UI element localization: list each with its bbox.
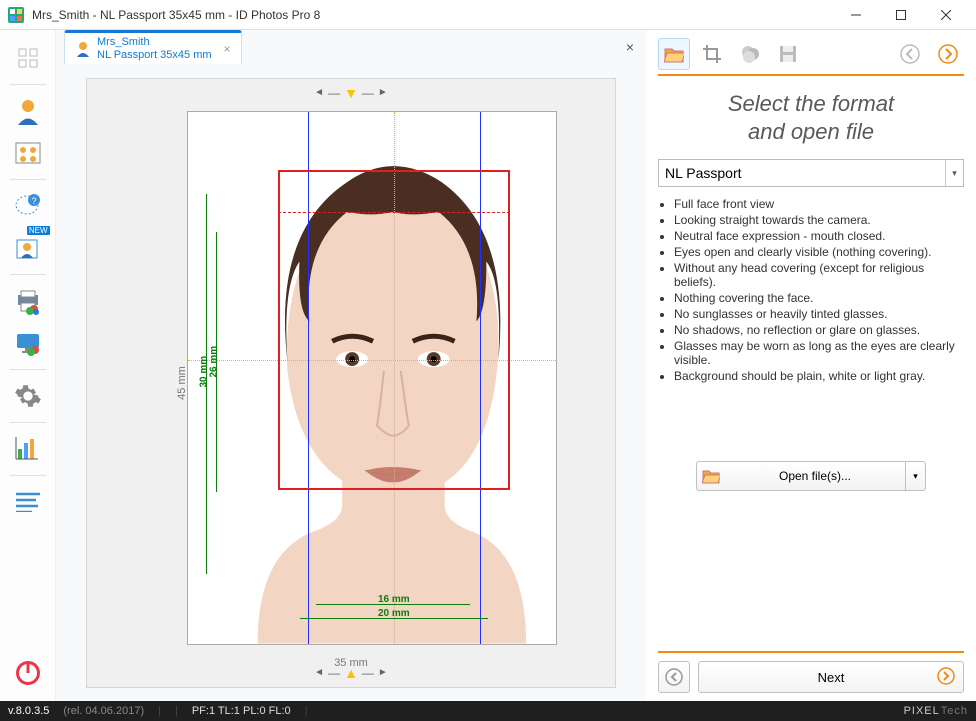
window-title: Mrs_Smith - NL Passport 35x45 mm - ID Ph… [32, 8, 833, 22]
requirement-item: Glasses may be worn as long as the eyes … [674, 339, 964, 367]
window-maximize-button[interactable] [878, 0, 923, 30]
open-file-label: Open file(s)... [725, 469, 905, 483]
close-all-icon[interactable]: × [622, 35, 638, 59]
heading-line2: and open file [748, 119, 874, 144]
tab-close-icon[interactable]: × [224, 42, 231, 56]
open-file-button[interactable]: Open file(s)... ▾ [696, 461, 926, 491]
top-adjust-handle[interactable]: ◄—▼—► [314, 85, 388, 101]
sidebar-print-icon[interactable] [8, 281, 48, 321]
tab-bar: Mrs_Smith NL Passport 35x45 mm × × [56, 30, 646, 64]
requirements-list: Full face front view Looking straight tow… [674, 197, 964, 385]
document-tab[interactable]: Mrs_Smith NL Passport 35x45 mm × [64, 30, 242, 63]
label-height-45mm: 45 mm [176, 366, 188, 400]
panel-heading: Select the format and open file [658, 90, 964, 145]
svg-text:?: ? [31, 196, 36, 206]
label-20mm: 20 mm [378, 608, 410, 619]
guide-red-box [278, 170, 510, 490]
requirement-item: Full face front view [674, 197, 964, 211]
brand-logo: PIXELTech [904, 705, 968, 717]
window-titlebar: Mrs_Smith - NL Passport 35x45 mm - ID Ph… [0, 0, 976, 30]
status-release: (rel. 04.06.2017) [63, 705, 144, 717]
window-close-button[interactable] [923, 0, 968, 30]
photo-preview[interactable]: 30 mm 26 mm 16 mm 20 mm [187, 111, 557, 645]
toolbar-nav-back-icon[interactable] [894, 38, 926, 70]
tab-title: Mrs_Smith [97, 36, 212, 48]
heading-line1: Select the format [728, 91, 894, 116]
requirement-item: Eyes open and clearly visible (nothing c… [674, 245, 964, 259]
arrow-right-icon [937, 667, 955, 688]
status-counters: PF:1 TL:1 PL:0 FL:0 [192, 705, 291, 717]
requirement-item: Looking straight towards the camera. [674, 213, 964, 227]
tab-subtitle: NL Passport 35x45 mm [97, 49, 212, 61]
nav-back-button[interactable] [658, 661, 690, 693]
nav-next-button[interactable]: Next [698, 661, 964, 693]
center-panel: Mrs_Smith NL Passport 35x45 mm × × ◄—▼—►… [56, 30, 646, 701]
sidebar-stats-icon[interactable] [8, 429, 48, 469]
label-width-35mm: 35 mm [334, 657, 368, 669]
chevron-down-icon: ▾ [945, 160, 963, 186]
right-toolbar [658, 40, 964, 76]
requirement-item: No sunglasses or heavily tinted glasses. [674, 307, 964, 321]
right-panel: Select the format and open file NL Passp… [646, 30, 976, 701]
bottom-nav: Next [658, 651, 964, 693]
label-16mm: 16 mm [378, 594, 410, 605]
requirement-item: Background should be plain, white or lig… [674, 369, 964, 383]
requirement-item: Without any head covering (except for re… [674, 261, 964, 289]
toolbar-crop-icon[interactable] [696, 38, 728, 70]
toolbar-open-icon[interactable] [658, 38, 690, 70]
sidebar-grid-icon[interactable] [8, 38, 48, 78]
status-bar: v.8.0.3.5 (rel. 04.06.2017) | | PF:1 TL:… [0, 701, 976, 721]
photo-canvas: ◄—▼—► ◄—▲—► [86, 78, 616, 688]
format-selected-value: NL Passport [665, 165, 742, 181]
window-minimize-button[interactable] [833, 0, 878, 30]
next-label: Next [818, 670, 845, 685]
toolbar-color-icon[interactable] [734, 38, 766, 70]
app-icon [8, 7, 24, 23]
folder-open-icon [697, 468, 725, 484]
open-file-chevron-icon[interactable]: ▾ [905, 462, 925, 490]
new-badge: NEW [27, 226, 50, 235]
requirement-item: Nothing covering the face. [674, 291, 964, 305]
sidebar-display-icon[interactable] [8, 323, 48, 363]
status-version: v.8.0.3.5 [8, 705, 49, 717]
requirement-item: Neutral face expression - mouth closed. [674, 229, 964, 243]
guide-red-dashed [278, 212, 510, 213]
left-sidebar: ? NEW [0, 30, 56, 701]
sidebar-group-icon[interactable] [8, 133, 48, 173]
sidebar-new-photo-icon[interactable]: NEW [8, 228, 48, 268]
sidebar-help-icon[interactable]: ? [8, 186, 48, 226]
sidebar-person-icon[interactable] [8, 91, 48, 131]
sidebar-settings-icon[interactable] [8, 376, 48, 416]
requirement-item: No shadows, no reflection or glare on gl… [674, 323, 964, 337]
toolbar-nav-forward-icon[interactable] [932, 38, 964, 70]
toolbar-save-icon[interactable] [772, 38, 804, 70]
sidebar-power-icon[interactable] [8, 653, 48, 693]
label-26mm: 26 mm [209, 345, 220, 377]
format-dropdown[interactable]: NL Passport ▾ [658, 159, 964, 187]
tab-person-icon [75, 41, 91, 57]
sidebar-list-icon[interactable] [8, 482, 48, 522]
